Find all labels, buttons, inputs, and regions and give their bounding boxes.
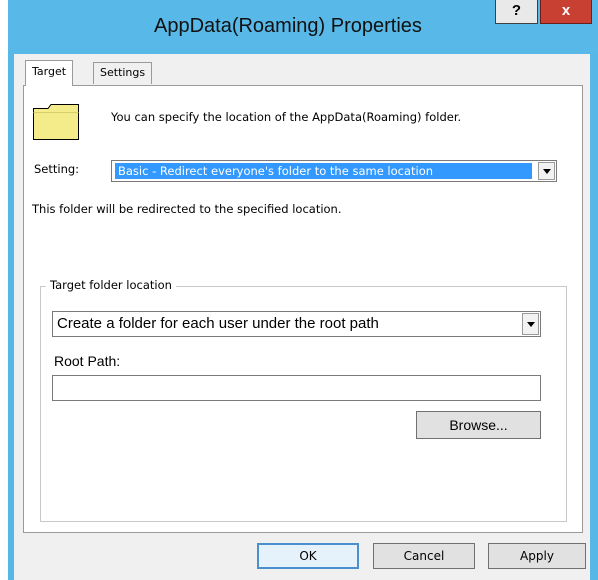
browse-button[interactable]: Browse... bbox=[416, 411, 541, 439]
setting-label: Setting: bbox=[34, 162, 80, 176]
dialog-body: Target Settings You can specify the loca… bbox=[14, 54, 590, 580]
redirect-info-text: This folder will be redirected to the sp… bbox=[32, 202, 342, 216]
folder-icon bbox=[33, 104, 79, 140]
close-button[interactable]: x bbox=[540, 0, 592, 24]
tab-target[interactable]: Target bbox=[25, 60, 74, 86]
chevron-down-icon[interactable] bbox=[538, 162, 555, 180]
cancel-button[interactable]: Cancel bbox=[373, 543, 475, 569]
setting-dropdown[interactable]: Basic - Redirect everyone's folder to th… bbox=[111, 160, 557, 182]
setting-value: Basic - Redirect everyone's folder to th… bbox=[115, 163, 532, 179]
tab-settings[interactable]: Settings bbox=[93, 62, 153, 84]
root-path-input[interactable] bbox=[52, 375, 541, 401]
ok-button[interactable]: OK bbox=[257, 543, 359, 569]
location-dropdown[interactable]: Create a folder for each user under the … bbox=[52, 311, 541, 337]
title-bar[interactable]: AppData(Roaming) Properties ? x bbox=[8, 0, 598, 54]
description-text: You can specify the location of the AppD… bbox=[111, 110, 462, 124]
properties-window: AppData(Roaming) Properties ? x Target S… bbox=[8, 0, 598, 580]
root-path-label: Root Path: bbox=[54, 353, 121, 369]
chevron-down-icon[interactable] bbox=[522, 313, 539, 335]
window-title: AppData(Roaming) Properties bbox=[154, 15, 422, 37]
target-tab-panel: You can specify the location of the AppD… bbox=[23, 85, 583, 533]
location-value: Create a folder for each user under the … bbox=[57, 315, 379, 332]
help-button[interactable]: ? bbox=[495, 0, 538, 24]
target-location-group-label: Target folder location bbox=[46, 278, 176, 292]
apply-button[interactable]: Apply bbox=[488, 543, 586, 569]
